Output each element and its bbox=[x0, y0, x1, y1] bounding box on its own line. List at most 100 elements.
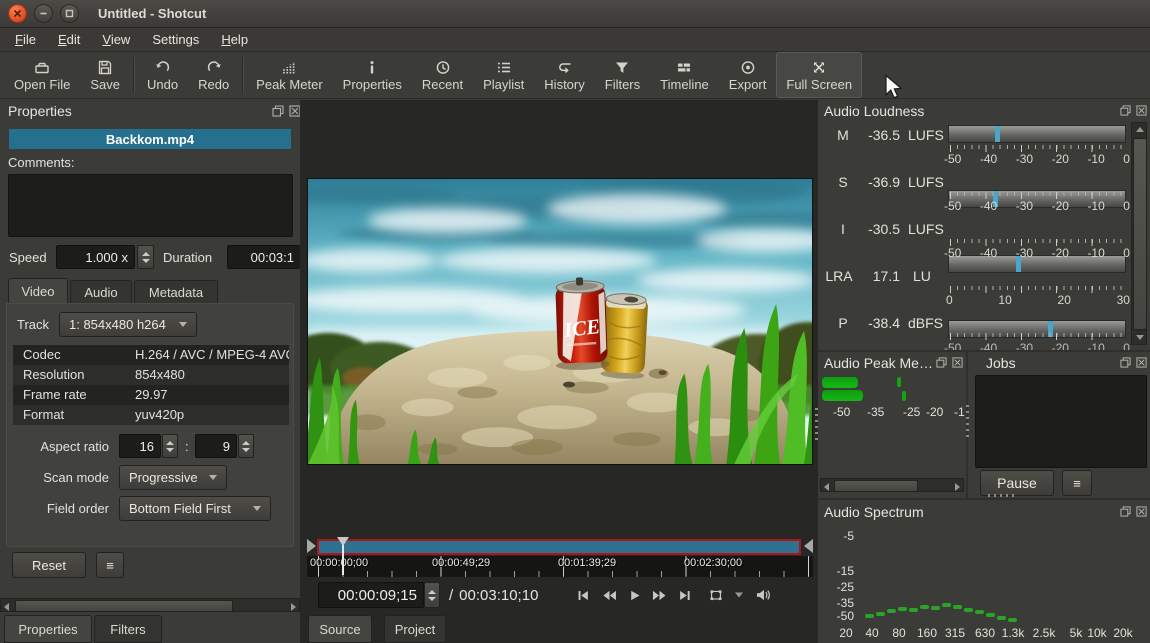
aspect-num-stepper[interactable] bbox=[162, 434, 178, 458]
window-close-button[interactable] bbox=[8, 4, 27, 23]
track-dropdown[interactable]: 1: 854x480 h264 bbox=[59, 312, 197, 337]
save-button[interactable]: Save bbox=[80, 52, 130, 98]
panel-header-icons bbox=[1120, 506, 1147, 517]
export-button[interactable]: Export bbox=[719, 52, 777, 98]
scrubber[interactable]: 00:00:00;00 00:00:49;29 00:01:39;29 00:0… bbox=[307, 537, 813, 577]
volume-button[interactable] bbox=[754, 588, 773, 602]
redo-button[interactable]: Redo bbox=[188, 52, 239, 98]
scroll-up-arrow[interactable] bbox=[1136, 127, 1144, 132]
peak-hscrollbar[interactable] bbox=[820, 478, 964, 492]
tab-video[interactable]: Video bbox=[8, 278, 68, 304]
tab-audio[interactable]: Audio bbox=[70, 280, 132, 304]
aspect-num-input[interactable]: 16 bbox=[119, 434, 161, 458]
fast-forward-icon bbox=[650, 589, 668, 602]
audio-spectrum-title: Audio Spectrum bbox=[824, 504, 924, 520]
undo-button[interactable]: Undo bbox=[137, 52, 188, 98]
export-disc-icon bbox=[738, 59, 758, 76]
menu-help[interactable]: Help bbox=[210, 29, 259, 50]
scrollbar-thumb[interactable] bbox=[15, 600, 233, 612]
reset-button[interactable]: Reset bbox=[12, 552, 86, 578]
aspect-den-input[interactable]: 9 bbox=[195, 434, 237, 458]
menu-view[interactable]: View bbox=[91, 29, 141, 50]
playhead[interactable] bbox=[342, 537, 344, 575]
scrollbar-thumb[interactable] bbox=[834, 480, 918, 492]
properties-menu-button[interactable]: ≡ bbox=[96, 552, 124, 578]
zoom-fit-button[interactable] bbox=[708, 588, 724, 602]
aspect-den-stepper[interactable] bbox=[238, 434, 254, 458]
timeline-button[interactable]: Timeline bbox=[650, 52, 719, 98]
loudness-m-meter bbox=[948, 125, 1126, 143]
jobs-title: Jobs bbox=[986, 355, 1016, 371]
float-panel-icon[interactable] bbox=[1120, 105, 1131, 116]
tab-project[interactable]: Project bbox=[384, 615, 446, 643]
spectrum-bar bbox=[997, 616, 1006, 620]
field-order-dropdown[interactable]: Bottom Field First bbox=[119, 496, 271, 521]
scrub-bar[interactable] bbox=[317, 539, 801, 555]
scroll-down-arrow[interactable] bbox=[1136, 335, 1144, 340]
full-screen-button[interactable]: Full Screen bbox=[776, 52, 862, 98]
filters-button[interactable]: Filters bbox=[595, 52, 650, 98]
scroll-right-arrow[interactable] bbox=[955, 483, 960, 491]
ruler-label: 00:00:49;29 bbox=[432, 557, 490, 569]
window-minimize-button[interactable] bbox=[34, 4, 53, 23]
position-input[interactable]: 00:00:09;15 bbox=[318, 582, 424, 608]
scroll-left-arrow[interactable] bbox=[4, 603, 9, 611]
skip-to-end-button[interactable] bbox=[677, 589, 693, 602]
comments-textarea[interactable] bbox=[8, 174, 293, 237]
dock-tab-properties[interactable]: Properties bbox=[4, 615, 92, 643]
playlist-button[interactable]: Playlist bbox=[473, 52, 534, 98]
horizontal-splitter[interactable] bbox=[988, 494, 1016, 497]
close-panel-icon[interactable] bbox=[1136, 357, 1147, 368]
float-panel-icon[interactable] bbox=[1120, 357, 1131, 368]
svg-text:ICE: ICE bbox=[562, 314, 602, 342]
skip-end-icon bbox=[677, 589, 693, 602]
chevron-down-icon bbox=[209, 475, 217, 480]
play-button[interactable] bbox=[627, 589, 641, 602]
close-panel-icon[interactable] bbox=[289, 105, 300, 117]
rewind-button[interactable] bbox=[600, 589, 618, 602]
loudness-vscrollbar[interactable] bbox=[1131, 122, 1147, 345]
close-panel-icon[interactable] bbox=[1136, 506, 1147, 517]
jobs-list[interactable] bbox=[975, 375, 1147, 468]
scan-mode-dropdown[interactable]: Progressive bbox=[119, 465, 227, 490]
history-button[interactable]: History bbox=[534, 52, 594, 98]
time-ruler[interactable]: 00:00:00;00 00:00:49;29 00:01:39;29 00:0… bbox=[307, 556, 813, 577]
skip-to-start-button[interactable] bbox=[575, 589, 591, 602]
tab-metadata[interactable]: Metadata bbox=[134, 280, 218, 304]
close-panel-icon[interactable] bbox=[952, 357, 963, 368]
pause-button[interactable]: Pause bbox=[980, 470, 1054, 496]
duration-input[interactable]: 00:03:1 bbox=[227, 245, 300, 269]
tab-source[interactable]: Source bbox=[308, 615, 372, 643]
properties-hscrollbar[interactable] bbox=[0, 598, 300, 612]
spectrum-x-label: 1.3k bbox=[999, 626, 1027, 640]
spectrum-bar bbox=[964, 608, 973, 612]
menu-file[interactable]: File bbox=[4, 29, 47, 50]
comments-label: Comments: bbox=[8, 155, 74, 170]
window-maximize-button[interactable] bbox=[60, 4, 79, 23]
scroll-right-arrow[interactable] bbox=[291, 603, 296, 611]
menu-edit[interactable]: Edit bbox=[47, 29, 91, 50]
properties-button[interactable]: Properties bbox=[333, 52, 412, 98]
jobs-menu-button[interactable]: ≡ bbox=[1062, 470, 1092, 496]
open-file-button[interactable]: Open File bbox=[4, 52, 80, 98]
vertical-splitter[interactable] bbox=[966, 405, 969, 437]
fast-forward-button[interactable] bbox=[650, 589, 668, 602]
speed-label: Speed bbox=[9, 250, 47, 265]
recent-button[interactable]: Recent bbox=[412, 52, 473, 98]
trim-in-marker[interactable] bbox=[307, 539, 316, 553]
trim-out-marker[interactable] bbox=[804, 539, 813, 553]
scroll-left-arrow[interactable] bbox=[824, 483, 829, 491]
float-panel-icon[interactable] bbox=[1120, 506, 1131, 517]
dock-tab-filters[interactable]: Filters bbox=[94, 615, 162, 643]
zoom-menu-button[interactable] bbox=[733, 590, 745, 600]
menu-settings[interactable]: Settings bbox=[141, 29, 210, 50]
float-panel-icon[interactable] bbox=[936, 357, 947, 368]
position-stepper[interactable] bbox=[424, 582, 440, 608]
speed-input[interactable]: 1.000 x bbox=[56, 245, 135, 269]
scrollbar-thumb[interactable] bbox=[1133, 138, 1147, 330]
filename-bar: Backkom.mp4 bbox=[9, 129, 291, 149]
close-panel-icon[interactable] bbox=[1136, 105, 1147, 116]
speed-stepper[interactable] bbox=[137, 245, 154, 269]
float-panel-icon[interactable] bbox=[272, 105, 284, 117]
peak-meter-button[interactable]: Peak Meter bbox=[246, 52, 332, 98]
